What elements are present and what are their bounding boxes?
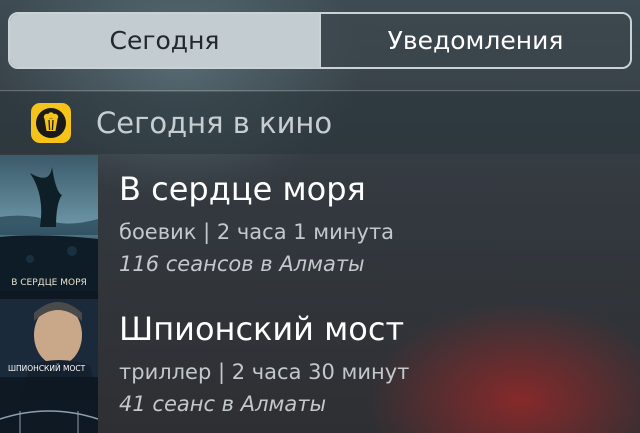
tab-today-label: Сегодня (109, 26, 220, 55)
movie-item[interactable]: ШПИОНСКИЙ МОСТ Шпионский мост триллер | … (0, 291, 640, 433)
tab-notifications[interactable]: Уведомления (319, 14, 630, 67)
header-divider (0, 90, 640, 91)
movie-meta: боевик | 2 часа 1 минута (119, 220, 395, 244)
popcorn-icon[interactable] (31, 103, 71, 143)
movie-poster-title: В СЕРДЦЕ МОРЯ (11, 278, 87, 288)
movie-sessions: 41 сеанс в Алматы (119, 392, 327, 416)
movie-poster-title: ШПИОНСКИЙ МОСТ (8, 364, 86, 373)
movie-item[interactable]: В СЕРДЦЕ МОРЯ В сердце моря боевик | 2 ч… (0, 155, 640, 291)
movie-title: В сердце моря (119, 170, 366, 208)
segmented-control: Сегодня Уведомления (8, 12, 632, 69)
movie-meta: триллер | 2 часа 30 минут (119, 360, 410, 384)
widget-title: Сегодня в кино (96, 106, 333, 140)
movie-sessions: 116 сеансов в Алматы (119, 252, 365, 276)
widget-header[interactable]: Сегодня в кино (0, 92, 640, 154)
movie-poster[interactable]: В СЕРДЦЕ МОРЯ (0, 155, 98, 291)
movie-poster[interactable]: ШПИОНСКИЙ МОСТ (0, 291, 98, 433)
tab-notifications-label: Уведомления (387, 26, 564, 55)
movie-title: Шпионский мост (119, 310, 405, 348)
tab-today[interactable]: Сегодня (10, 14, 319, 67)
